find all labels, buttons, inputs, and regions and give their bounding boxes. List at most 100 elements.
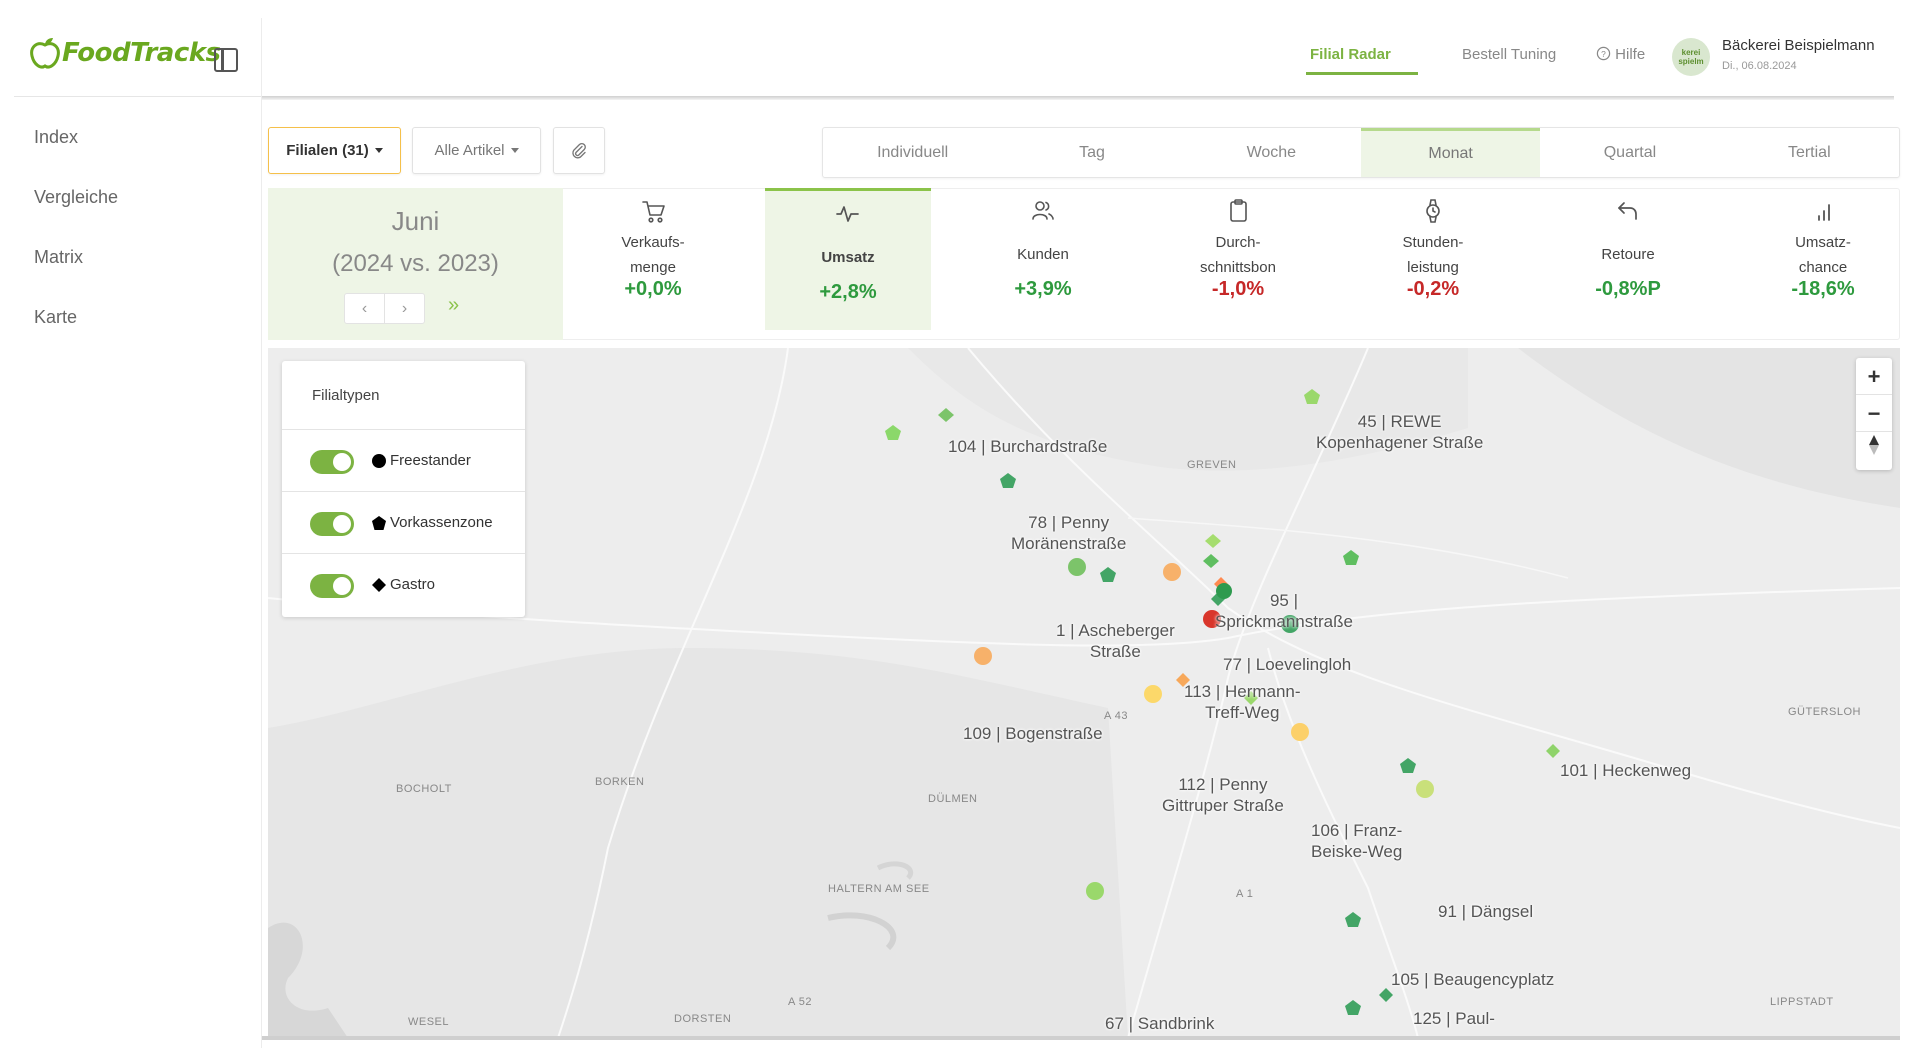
city-label: GREVEN — [1187, 459, 1237, 471]
store-label[interactable]: 77 | Loevelingloh — [1223, 654, 1351, 675]
city-label: BOCHOLT — [396, 783, 452, 795]
kpi-value: +0,0% — [624, 278, 682, 300]
legend-row-vorkassenzone: Vorkassenzone — [282, 491, 525, 551]
sidebar-item-matrix[interactable]: Matrix — [34, 247, 83, 268]
caret-down-icon — [510, 148, 519, 153]
chevron-left-icon[interactable]: ‹ — [345, 294, 385, 323]
diamond-icon — [372, 578, 386, 592]
user-name[interactable]: Bäckerei Beispielmann — [1722, 37, 1875, 54]
store-label[interactable]: 125 | Paul- — [1413, 1008, 1495, 1029]
toggle-vorkassenzone[interactable] — [310, 512, 354, 536]
kpi-value: -1,0% — [1211, 278, 1265, 300]
kpi-value: -0,2% — [1406, 278, 1460, 300]
filialen-label: Filialen (31) — [286, 142, 369, 159]
compass-button[interactable] — [1856, 432, 1892, 469]
circle-icon — [372, 454, 386, 468]
month-nav: ‹ › — [344, 293, 425, 324]
toggle-gastro[interactable] — [310, 574, 354, 598]
zoom-out-button[interactable]: − — [1856, 395, 1892, 432]
store-label[interactable]: 45 | REWE Kopenhagener Straße — [1316, 411, 1483, 453]
active-tab-indicator — [1306, 72, 1418, 75]
kpi-label: Stunden-leistung — [1402, 234, 1464, 276]
cart-icon — [642, 201, 665, 223]
month-compare: (2024 vs. 2023) — [332, 250, 499, 277]
tab-monat[interactable]: Monat — [1360, 128, 1541, 177]
month-selector: Juni (2024 vs. 2023) ‹ › » — [268, 188, 563, 340]
apple-logo-icon — [30, 38, 60, 69]
return-icon — [1618, 202, 1637, 220]
kpi-retoure[interactable]: Retoure -0,8%P — [1545, 188, 1711, 340]
legend-label: Vorkassenzone — [390, 514, 493, 531]
header-divider — [262, 96, 1894, 100]
tab-filial-radar[interactable]: Filial Radar — [1310, 46, 1391, 63]
caret-down-icon — [374, 148, 383, 153]
artikel-dropdown[interactable]: Alle Artikel — [412, 127, 541, 174]
divider — [262, 1036, 1900, 1040]
legend-panel: Filialtypen Freestander Vorkassenzone Ga… — [282, 361, 525, 617]
kpi-verkaufsmenge[interactable]: Verkaufs-menge +0,0% — [570, 188, 736, 340]
double-chevron-right-icon[interactable]: » — [448, 294, 459, 317]
store-label[interactable]: 113 | Hermann- Treff-Weg — [1184, 681, 1301, 723]
help-label: Hilfe — [1615, 46, 1646, 63]
kpi-label: Durch-schnittsbon — [1200, 234, 1276, 276]
store-label[interactable]: 67 | Sandbrink — [1105, 1013, 1214, 1034]
store-label[interactable]: 101 | Heckenweg — [1560, 760, 1691, 781]
user-date: Di., 06.08.2024 — [1722, 60, 1797, 72]
city-label: DÜLMEN — [928, 793, 978, 805]
kpi-value: -0,8%P — [1595, 278, 1661, 300]
avatar[interactable]: kerei spielm — [1672, 38, 1710, 76]
help-link[interactable]: ? Hilfe — [1596, 46, 1645, 63]
pentagon-icon — [372, 516, 386, 530]
svg-text:?: ? — [1601, 49, 1606, 59]
kpi-label: Retoure — [1601, 246, 1655, 263]
zoom-controls: + − — [1856, 358, 1892, 470]
city-label: LIPPSTADT — [1770, 996, 1834, 1008]
tab-tag[interactable]: Tag — [1002, 128, 1181, 177]
sidebar-item-vergleiche[interactable]: Vergleiche — [34, 187, 118, 208]
city-label: GÜTERSLOH — [1788, 706, 1861, 718]
tab-bestell-tuning[interactable]: Bestell Tuning — [1462, 46, 1556, 63]
store-label[interactable]: 78 | Penny Moränenstraße — [1011, 512, 1126, 554]
attachment-button[interactable] — [553, 127, 605, 174]
kpi-umsatzchance[interactable]: Umsatz-chance -18,6% — [1740, 188, 1906, 340]
kpi-durchschnittsbon[interactable]: Durch-schnittsbon -1,0% — [1155, 188, 1321, 340]
tab-tertial[interactable]: Tertial — [1720, 128, 1899, 177]
kpi-stundenleistung[interactable]: Stunden-leistung -0,2% — [1350, 188, 1516, 340]
tab-woche[interactable]: Woche — [1182, 128, 1361, 177]
store-label[interactable]: 95 | Sprickmannstraße — [1215, 590, 1353, 632]
city-label: DORSTEN — [674, 1013, 732, 1025]
sidebar-item-karte[interactable]: Karte — [34, 307, 77, 328]
store-label[interactable]: 112 | Penny Gittruper Straße — [1162, 774, 1284, 816]
store-label[interactable]: 1 | Ascheberger Straße — [1056, 620, 1175, 662]
kpi-kunden[interactable]: Kunden +3,9% — [960, 188, 1126, 340]
help-icon: ? — [1596, 46, 1611, 61]
chevron-right-icon[interactable]: › — [385, 294, 424, 323]
store-label[interactable]: 91 | Dängsel — [1438, 901, 1533, 922]
sidebar-collapse-icon[interactable] — [214, 48, 238, 72]
kpi-label: Umsatz-chance — [1795, 234, 1851, 276]
legend-label: Freestander — [390, 452, 471, 469]
users-icon — [1032, 201, 1054, 220]
kpi-value: +3,9% — [1014, 278, 1072, 300]
store-label[interactable]: 105 | Beaugencyplatz — [1391, 969, 1554, 990]
artikel-label: Alle Artikel — [434, 142, 505, 159]
filialen-dropdown[interactable]: Filialen (31) — [268, 127, 401, 174]
logo[interactable]: FoodTracks — [28, 36, 221, 70]
kpi-umsatz[interactable]: Umsatz +2,8% — [765, 188, 931, 330]
divider — [261, 18, 262, 1048]
zoom-in-button[interactable]: + — [1856, 358, 1892, 395]
sidebar-item-index[interactable]: Index — [34, 127, 78, 148]
store-label[interactable]: 104 | Burchardstraße — [948, 436, 1107, 457]
tab-quartal[interactable]: Quartal — [1540, 128, 1719, 177]
store-label[interactable]: 109 | Bogenstraße — [963, 723, 1103, 744]
tab-individuell[interactable]: Individuell — [823, 128, 1002, 177]
divider — [14, 96, 262, 97]
store-label[interactable]: 106 | Franz- Beiske-Weg — [1311, 820, 1402, 862]
city-label: A 43 — [1104, 710, 1129, 722]
legend-title: Filialtypen — [312, 387, 380, 404]
watch-icon — [1426, 199, 1440, 223]
legend-row-gastro: Gastro — [282, 553, 525, 613]
period-tabs: Individuell Tag Woche Monat Quartal Tert… — [822, 127, 1900, 178]
city-label: A 1 — [1236, 888, 1254, 900]
toggle-freestander[interactable] — [310, 450, 354, 474]
